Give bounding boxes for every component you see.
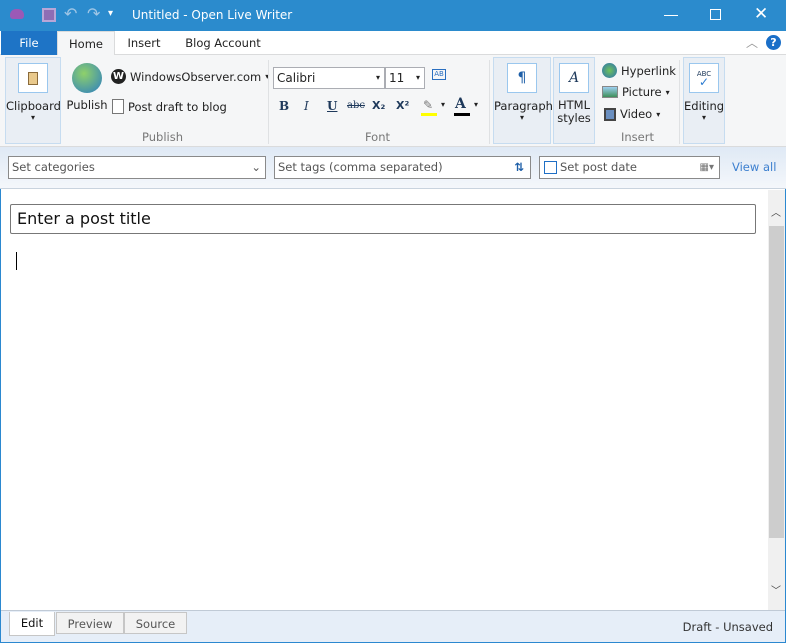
tab-preview[interactable]: Preview: [56, 612, 124, 634]
hyperlink-icon: [602, 63, 617, 78]
font-color-icon: A: [455, 96, 466, 112]
subscript-button[interactable]: X₂: [372, 99, 385, 112]
close-button[interactable]: ✕: [754, 4, 768, 24]
picture-button[interactable]: Picture ▾: [602, 85, 670, 99]
paragraph-icon: ¶: [507, 63, 537, 93]
hyperlink-button[interactable]: Hyperlink: [602, 63, 676, 78]
window-title: Untitled - Open Live Writer: [132, 8, 293, 22]
vertical-scrollbar[interactable]: ︿ ﹀: [768, 190, 785, 610]
save-icon[interactable]: [42, 8, 56, 22]
maximize-button[interactable]: [710, 9, 721, 20]
spellcheck-icon: ABC ✓: [689, 63, 719, 93]
bold-button[interactable]: B: [279, 99, 289, 113]
html-styles-icon: A: [559, 63, 589, 93]
redo-icon[interactable]: ↷: [87, 4, 100, 23]
tab-blog-account[interactable]: Blog Account: [178, 31, 268, 55]
help-icon[interactable]: ?: [766, 35, 781, 50]
font-color-button[interactable]: A ▾: [454, 96, 482, 116]
app-logo-icon: [10, 9, 24, 19]
video-icon: [604, 107, 616, 121]
minimize-button[interactable]: [664, 15, 678, 16]
blog-selector[interactable]: W WindowsObserver.com▾: [111, 69, 269, 84]
ribbon: Clipboard ▾ Publish W WindowsObserver.co…: [0, 55, 786, 147]
paragraph-button[interactable]: ¶ Paragraph ▾: [493, 57, 553, 144]
video-button[interactable]: Video ▾: [604, 107, 660, 121]
categories-select[interactable]: Set categories ⌄: [8, 156, 266, 179]
italic-button[interactable]: I: [304, 99, 309, 113]
underline-button[interactable]: U: [327, 99, 337, 113]
scroll-up-icon[interactable]: ︿: [771, 204, 781, 219]
post-title-input[interactable]: Enter a post title: [10, 204, 756, 234]
calendar-icon[interactable]: ▦▾: [700, 157, 714, 178]
superscript-button[interactable]: X²: [396, 99, 409, 112]
clipboard-icon: [18, 63, 48, 93]
scroll-down-icon[interactable]: ﹀: [771, 582, 781, 597]
tab-file[interactable]: File: [1, 31, 57, 55]
post-draft-icon: [112, 99, 124, 114]
tab-insert[interactable]: Insert: [118, 31, 170, 55]
publish-group-label: Publish: [142, 130, 183, 144]
post-date-checkbox[interactable]: [544, 161, 557, 174]
font-family-select[interactable]: Calibri ▾: [273, 67, 385, 89]
scroll-thumb[interactable]: [769, 226, 784, 538]
font-group-label: Font: [364, 130, 391, 144]
clipboard-button[interactable]: Clipboard ▾: [5, 57, 61, 144]
html-styles-button[interactable]: A HTML styles: [553, 57, 595, 144]
post-draft-button[interactable]: Post draft to blog: [112, 99, 227, 114]
insert-group-label: Insert: [621, 130, 654, 144]
tab-source[interactable]: Source: [124, 612, 187, 634]
clear-formatting-icon[interactable]: AB: [432, 69, 446, 80]
title-bar: ↶ ↷ ▾ Untitled - Open Live Writer ✕: [0, 0, 786, 31]
ribbon-tabs: File Home Insert Blog Account ︿ ?: [0, 31, 786, 56]
wordpress-icon: W: [111, 69, 126, 84]
status-text: Draft - Unsaved: [682, 620, 773, 634]
picture-icon: [602, 86, 618, 98]
post-date-field[interactable]: Set post date ▦▾: [539, 156, 720, 179]
collapse-ribbon-icon[interactable]: ︿: [746, 34, 758, 51]
font-size-select[interactable]: 11 ▾: [385, 67, 425, 89]
tab-edit[interactable]: Edit: [9, 612, 55, 636]
highlight-color-button[interactable]: ✎ ▾: [421, 98, 449, 116]
editor-area[interactable]: Enter a post title: [1, 190, 768, 610]
highlighter-icon: ✎: [423, 98, 434, 112]
clipboard-label: Clipboard: [6, 99, 61, 113]
tab-home[interactable]: Home: [57, 31, 115, 56]
view-all-link[interactable]: View all: [732, 160, 776, 174]
refresh-tags-icon[interactable]: ⇅: [514, 157, 524, 178]
customize-toolbar-icon[interactable]: ▾: [108, 8, 113, 19]
view-tabs-bar: Edit Preview Source Draft - Unsaved: [1, 610, 785, 642]
editing-button[interactable]: ABC ✓ Editing ▾: [683, 57, 725, 144]
globe-publish-icon: [72, 63, 102, 93]
tags-input[interactable]: Set tags (comma separated) ⇅: [274, 156, 531, 179]
chevron-down-icon: ⌄: [251, 160, 261, 174]
publish-button[interactable]: Publish: [66, 61, 108, 121]
post-properties-bar: Set categories ⌄ Set tags (comma separate…: [0, 147, 786, 189]
text-cursor: [16, 252, 17, 270]
undo-icon[interactable]: ↶: [64, 4, 77, 23]
strikethrough-button[interactable]: abc: [347, 100, 365, 111]
